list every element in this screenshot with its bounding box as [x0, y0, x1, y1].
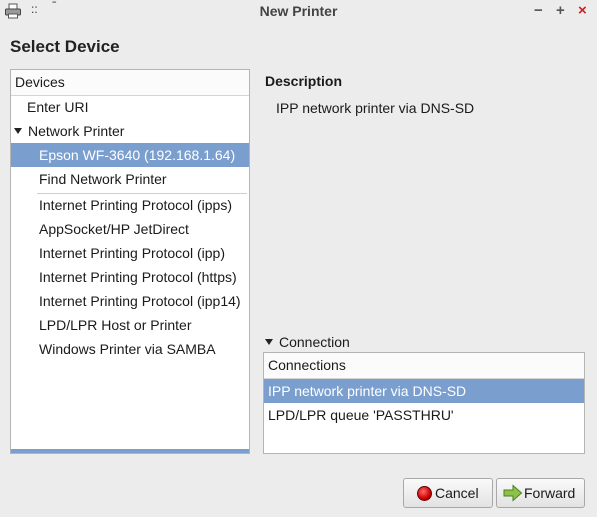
minimize-button[interactable]: − [534, 2, 543, 19]
forward-button[interactable]: Forward [496, 478, 585, 508]
tree-item-lpd-lpr[interactable]: LPD/LPR Host or Printer [39, 313, 192, 337]
tree-item-label: Network Printer [28, 123, 125, 139]
connections-column-header[interactable]: Connections [264, 353, 584, 379]
expander-down-icon[interactable] [14, 128, 22, 135]
tree-item-ipps[interactable]: Internet Printing Protocol (ipps) [39, 193, 232, 217]
page-title: Select Device [10, 37, 120, 56]
window-title: New Printer [259, 3, 338, 19]
connection-expander[interactable]: Connection [265, 334, 350, 350]
devices-tree[interactable]: Devices Enter URI Network Printer Epson … [10, 69, 250, 454]
maximize-button[interactable]: + [556, 2, 565, 19]
description-text: IPP network printer via DNS-SD [276, 100, 475, 116]
expander-down-icon[interactable] [265, 339, 273, 346]
devices-column-header[interactable]: Devices [11, 70, 249, 96]
tree-item-ipp14[interactable]: Internet Printing Protocol (ipp14) [39, 289, 241, 313]
tree-item-enter-uri[interactable]: Enter URI [27, 95, 88, 119]
horizontal-scrollbar[interactable] [11, 449, 249, 453]
tree-item-ipp[interactable]: Internet Printing Protocol (ipp) [39, 241, 225, 265]
close-button[interactable]: × [578, 2, 587, 19]
title-bar: :: ˉ New Printer − + × [0, 0, 597, 24]
connection-item-ipp-dns-sd[interactable]: IPP network printer via DNS-SD [264, 379, 584, 403]
connections-list[interactable]: Connections IPP network printer via DNS-… [263, 352, 585, 454]
connection-label: Connection [279, 334, 350, 350]
forward-arrow-icon [503, 484, 523, 502]
forward-label: Forward [524, 485, 576, 501]
tree-item-find-network-printer[interactable]: Find Network Printer [39, 167, 167, 191]
stop-icon [417, 485, 432, 501]
cancel-label: Cancel [435, 485, 479, 501]
cancel-button[interactable]: Cancel [403, 478, 493, 508]
description-title: Description [265, 73, 343, 89]
tree-item-https[interactable]: Internet Printing Protocol (https) [39, 265, 237, 289]
tree-item-epson-wf-3640[interactable]: Epson WF-3640 (192.168.1.64) [11, 143, 249, 167]
connection-item-lpd-passthru[interactable]: LPD/LPR queue 'PASSTHRU' [264, 403, 584, 427]
tree-item-samba[interactable]: Windows Printer via SAMBA [39, 337, 216, 361]
tree-item-network-printer[interactable]: Network Printer [14, 119, 124, 143]
tree-item-appsocket[interactable]: AppSocket/HP JetDirect [39, 217, 189, 241]
